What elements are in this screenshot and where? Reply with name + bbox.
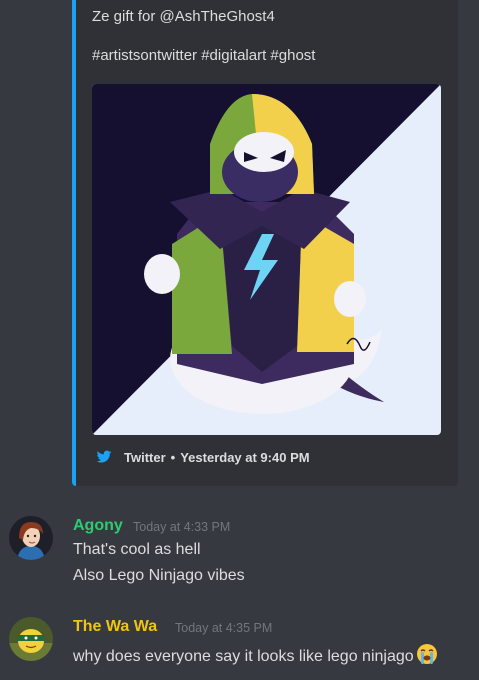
avatar-the-wa-wa[interactable] (9, 617, 53, 661)
embed-footer-time: Yesterday at 9:40 PM (180, 449, 310, 465)
ghost-ninja-artwork (92, 84, 441, 435)
user-avatar-icon (9, 516, 53, 560)
message-timestamp: Today at 4:33 PM (133, 520, 231, 534)
message-timestamp: Today at 4:35 PM (175, 621, 273, 635)
embed-footer-source: Twitter (124, 449, 166, 465)
embed-image[interactable] (92, 84, 441, 435)
embed-footer-separator: • (170, 449, 176, 465)
message-text-line: why does everyone say it looks like lego… (73, 643, 438, 670)
username-agony[interactable]: Agony (73, 517, 123, 535)
sob-emoji-icon (416, 643, 438, 670)
username-the-wa-wa[interactable]: The Wa Wa (73, 618, 157, 636)
message-text: why does everyone say it looks like lego… (73, 648, 414, 665)
embed-description-hashtags: #artistsontwitter #digitalart #ghost (92, 47, 316, 64)
message-text-line: Also Lego Ninjago vibes (73, 567, 245, 584)
embed-description-line-1: Ze gift for @AshTheGhost4 (92, 8, 275, 25)
message-text-line: That's cool as hell (73, 541, 201, 558)
twitter-bird-icon (96, 449, 112, 465)
user-avatar-icon (9, 617, 53, 661)
twitter-embed: Ze gift for @AshTheGhost4 #artistsontwit… (72, 0, 458, 486)
avatar-agony[interactable] (9, 516, 53, 560)
embed-footer: Twitter • Yesterday at 9:40 PM (96, 448, 310, 466)
